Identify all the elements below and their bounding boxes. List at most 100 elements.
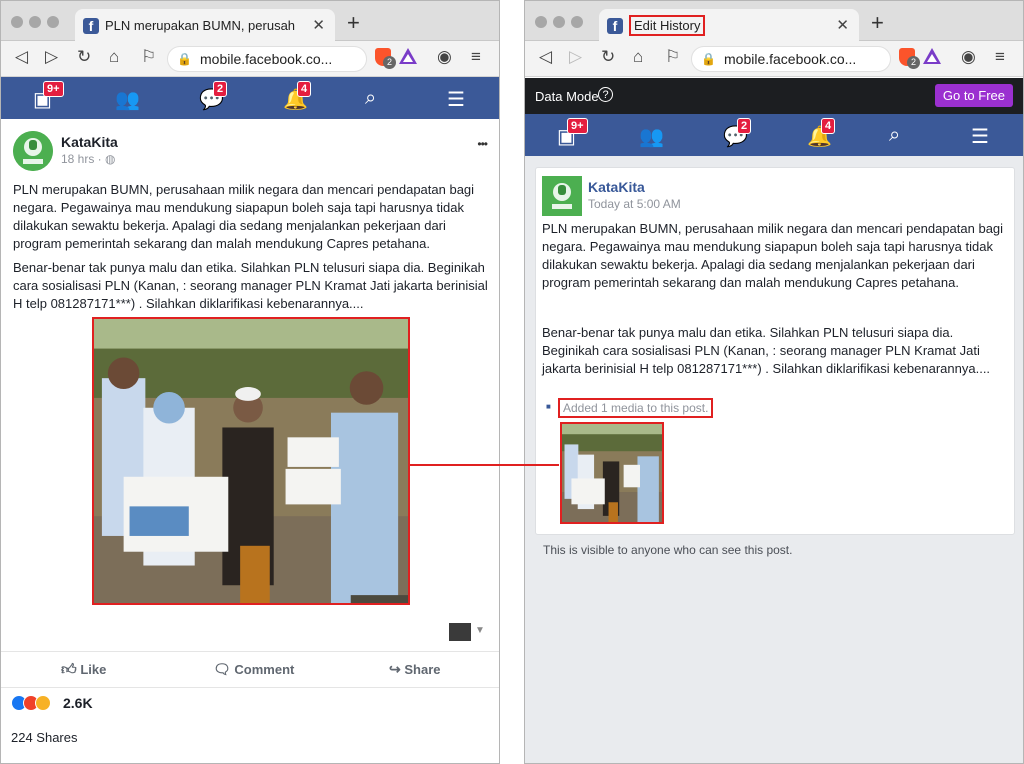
chevron-down-icon[interactable]: ▼ — [475, 625, 485, 636]
menu-icon[interactable]: ≡ — [471, 47, 481, 67]
navigation-bar: ◁ ▷ ↻ ⌂ ⚐ 🔒 mobile.facebook.co... 2 ◉ ≡ — [525, 41, 1023, 77]
author-name[interactable]: KataKita — [61, 134, 118, 150]
messenger-icon[interactable]: 💬 2 — [723, 118, 752, 149]
close-window-button[interactable] — [11, 16, 23, 28]
avatar[interactable] — [542, 176, 582, 216]
post-card: KataKita 18 hrs · ◍ ••• PLN merupakan BU… — [1, 119, 499, 763]
share-button[interactable]: ↪ Share — [389, 661, 441, 678]
menu-icon[interactable]: ≡ — [995, 47, 1005, 67]
browser-tab[interactable]: f Edit History ✕ — [599, 9, 859, 41]
minimize-window-button[interactable] — [553, 16, 565, 28]
forward-icon[interactable]: ▷ — [45, 47, 58, 67]
notifications-icon[interactable]: 🔔 4 — [283, 81, 312, 112]
url-text: mobile.facebook.co... — [724, 51, 857, 67]
post-text-paragraph-1: PLN merupakan BUMN, perusahaan milik neg… — [542, 221, 1004, 290]
browser-tab[interactable]: f PLN merupakan BUMN, perusah ✕ — [75, 9, 335, 41]
comparison-connector-line — [409, 464, 559, 466]
edit-note: Added 1 media to this post. — [558, 398, 714, 418]
messages-badge: 2 — [737, 118, 752, 134]
forward-icon[interactable]: ▷ — [569, 47, 582, 67]
reload-icon[interactable]: ↻ — [77, 47, 91, 67]
alerts-badge: 4 — [297, 81, 312, 97]
home-feed-icon[interactable]: ▣ 9+ — [557, 118, 588, 149]
messages-badge: 2 — [213, 81, 228, 97]
reaction-count: 2.6K — [63, 695, 93, 711]
more-menu-icon[interactable]: ☰ — [971, 124, 989, 149]
post-time: Today at 5:00 AM — [588, 197, 681, 211]
notifications-icon[interactable]: 🔔 4 — [807, 118, 836, 149]
brave-rewards-icon[interactable] — [399, 48, 417, 64]
search-icon[interactable]: ⌕ — [889, 124, 900, 147]
reactions-bar[interactable]: 2.6K — [1, 687, 499, 717]
back-icon[interactable]: ◁ — [15, 47, 28, 67]
bookmark-icon[interactable]: ⚐ — [141, 47, 156, 67]
navigation-bar: ◁ ▷ ↻ ⌂ ⚐ 🔒 mobile.facebook.co... 2 ◉ ≡ — [1, 41, 499, 77]
new-tab-button[interactable]: + — [871, 10, 884, 36]
post-options-icon[interactable]: ••• — [477, 137, 488, 151]
shares-count[interactable]: 224 Shares — [11, 730, 78, 745]
minimize-window-button[interactable] — [29, 16, 41, 28]
home-icon[interactable]: ⌂ — [109, 47, 119, 67]
maximize-window-button[interactable] — [571, 16, 583, 28]
window-controls — [535, 15, 589, 33]
data-mode-label: Data Mode — [535, 89, 599, 104]
search-icon[interactable]: ⌕ — [365, 87, 376, 110]
post-actions: 👍︎ Like 🗨︎ Comment ↪ Share — [1, 651, 499, 687]
facebook-nav-bar: ▣ 9+ 👥 💬 2 🔔 4 ⌕ ☰ — [525, 114, 1023, 156]
home-feed-icon[interactable]: ▣ 9+ — [33, 81, 64, 112]
like-button[interactable]: 👍︎ Like — [61, 661, 106, 679]
visibility-note: This is visible to anyone who can see th… — [543, 543, 793, 557]
url-text: mobile.facebook.co... — [200, 51, 333, 67]
avatar[interactable] — [13, 131, 53, 171]
data-mode-bar: Data Mode ? Go to Free — [525, 78, 1023, 114]
edit-history-card: KataKita Today at 5:00 AM PLN merupakan … — [535, 167, 1015, 535]
like-icon: 👍︎ — [61, 661, 77, 678]
brave-rewards-icon[interactable] — [923, 48, 941, 64]
post-text-paragraph-2: Benar-benar tak punya malu dan etika. Si… — [542, 325, 991, 376]
maximize-window-button[interactable] — [47, 16, 59, 28]
address-bar[interactable]: 🔒 mobile.facebook.co... — [691, 46, 891, 72]
facebook-favicon-icon: f — [83, 18, 99, 34]
left-browser-window: f PLN merupakan BUMN, perusah ✕ + ◁ ▷ ↻ … — [0, 0, 500, 764]
go-to-free-button[interactable]: Go to Free — [934, 84, 1013, 107]
post-time[interactable]: 18 hrs · — [61, 152, 102, 166]
tab-close-icon[interactable]: ✕ — [836, 16, 849, 34]
comment-icon: 🗨︎ — [213, 661, 231, 677]
right-browser-window: f Edit History ✕ + ◁ ▷ ↻ ⌂ ⚐ 🔒 mobile.fa… — [524, 0, 1024, 764]
back-icon[interactable]: ◁ — [539, 47, 552, 67]
alerts-badge: 4 — [821, 118, 836, 134]
bullet-icon: ■ — [546, 402, 551, 411]
wow-reaction-icon — [35, 695, 51, 711]
close-window-button[interactable] — [535, 16, 547, 28]
brave-shield-icon[interactable]: 2 — [373, 48, 396, 69]
tab-bar: f Edit History ✕ + — [525, 1, 1023, 41]
address-bar[interactable]: 🔒 mobile.facebook.co... — [167, 46, 367, 72]
messenger-icon[interactable]: 💬 2 — [199, 81, 228, 112]
comment-button[interactable]: 🗨︎ Comment — [213, 661, 294, 678]
friends-icon[interactable]: 👥 — [115, 87, 140, 112]
tab-close-icon[interactable]: ✕ — [312, 16, 325, 34]
post-text-paragraph-1: PLN merupakan BUMN, perusahaan milik neg… — [13, 182, 475, 251]
friends-icon[interactable]: 👥 — [639, 124, 664, 149]
tab-title: Edit History — [629, 15, 706, 36]
window-controls — [11, 15, 65, 33]
share-icon: ↪ — [389, 661, 401, 677]
reload-icon[interactable]: ↻ — [601, 47, 615, 67]
author-name[interactable]: KataKita — [588, 179, 645, 195]
home-badge: 9+ — [567, 118, 588, 134]
help-icon[interactable]: ? — [598, 87, 613, 102]
tab-bar: f PLN merupakan BUMN, perusah ✕ + — [1, 1, 499, 41]
home-icon[interactable]: ⌂ — [633, 47, 643, 67]
photo-thumbnail[interactable] — [449, 623, 471, 641]
post-text-paragraph-2: Benar-benar tak punya malu dan etika. Si… — [13, 260, 488, 311]
brave-shield-icon[interactable]: 2 — [897, 48, 920, 69]
post-photo[interactable] — [92, 317, 410, 605]
globe-icon: ◍ — [105, 152, 116, 166]
home-badge: 9+ — [43, 81, 64, 97]
more-menu-icon[interactable]: ☰ — [447, 87, 465, 112]
added-media-thumbnail[interactable] — [560, 422, 664, 524]
new-tab-button[interactable]: + — [347, 10, 360, 36]
profile-icon[interactable]: ◉ — [961, 47, 976, 67]
profile-icon[interactable]: ◉ — [437, 47, 452, 67]
bookmark-icon[interactable]: ⚐ — [665, 47, 680, 67]
